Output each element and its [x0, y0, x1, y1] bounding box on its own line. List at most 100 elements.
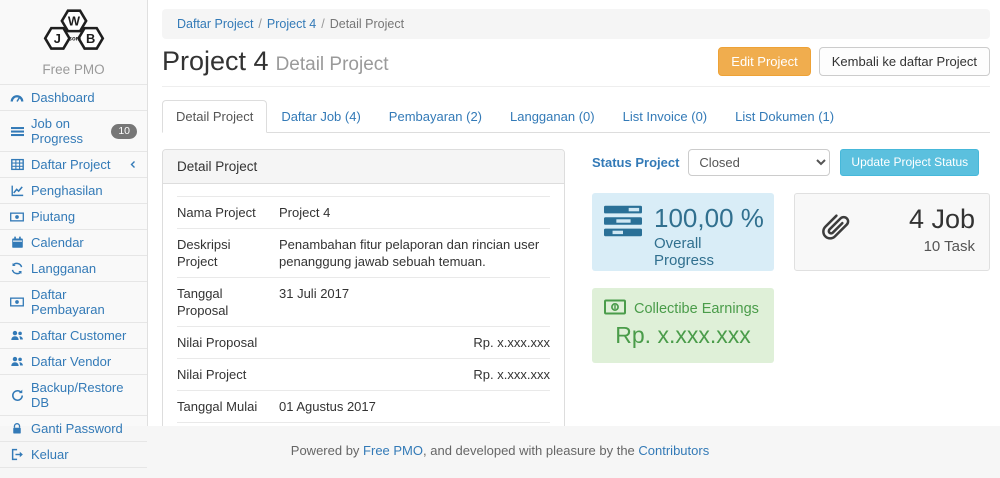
- tab-daftar-job[interactable]: Daftar Job (4): [267, 100, 374, 133]
- sidebar-item-keluar[interactable]: Keluar: [0, 441, 147, 468]
- footer-text: , and developed with pleasure by the: [423, 443, 638, 458]
- sidebar-item-label: Daftar Pembayaran: [31, 287, 137, 317]
- sidebar: J W B .com Free PMO Dashboard Job on Pro…: [0, 0, 148, 426]
- money-icon: [604, 299, 626, 319]
- table-row: Nilai Project Rp. x.xxx.xxx: [177, 358, 550, 390]
- detail-project-panel: Detail Project Nama Project Project 4 De…: [162, 149, 565, 426]
- sidebar-item-label: Dashboard: [31, 90, 95, 105]
- calendar-icon: [10, 236, 24, 249]
- job-count-value: 4 Job: [909, 206, 975, 232]
- breadcrumb-daftar-project[interactable]: Daftar Project: [177, 17, 253, 31]
- sidebar-item-daftar-project[interactable]: Daftar Project: [0, 151, 147, 177]
- table-row: Nama Project Project 4: [177, 196, 550, 228]
- job-count-badge: 10: [111, 124, 137, 139]
- table-row: Deskripsi Project Penambahan fitur pelap…: [177, 228, 550, 277]
- status-project-label: Status Project: [592, 155, 679, 170]
- header-divider: [162, 86, 990, 87]
- svg-text:J: J: [53, 31, 60, 46]
- svg-text:B: B: [86, 31, 95, 46]
- sidebar-item-job-on-progress[interactable]: Job on Progress 10: [0, 110, 147, 151]
- free-pmo-link[interactable]: Free PMO: [363, 443, 423, 458]
- sidebar-item-label: Daftar Customer: [31, 328, 126, 343]
- sidebar-menu: Dashboard Job on Progress 10 Daftar Proj…: [0, 84, 147, 468]
- sidebar-item-label: Daftar Project: [31, 157, 110, 172]
- back-to-project-list-button[interactable]: Kembali ke daftar Project: [819, 47, 990, 76]
- table-row: Tanggal Selesai 16 Agustus 2017: [177, 422, 550, 426]
- overall-progress-label: Overall Progress: [654, 235, 764, 269]
- tasks-icon: [604, 205, 642, 259]
- sidebar-item-daftar-customer[interactable]: Daftar Customer: [0, 322, 147, 348]
- sidebar-item-label: Calendar: [31, 235, 84, 250]
- tab-list-dokumen[interactable]: List Dokumen (1): [721, 100, 848, 133]
- overall-progress-value: 100,00 %: [654, 205, 764, 231]
- app-window: J W B .com Free PMO Dashboard Job on Pro…: [0, 0, 1000, 426]
- table-row: Nilai Proposal Rp. x.xxx.xxx: [177, 326, 550, 358]
- tab-langganan[interactable]: Langganan (0): [496, 100, 609, 133]
- sign-out-icon: [10, 448, 24, 461]
- sidebar-item-label: Langganan: [31, 261, 96, 276]
- users-icon: [10, 329, 24, 342]
- sidebar-item-daftar-vendor[interactable]: Daftar Vendor: [0, 348, 147, 374]
- users-icon: [10, 355, 24, 368]
- collectible-earnings-card: Collectibe Earnings Rp. x.xxx.xxx: [592, 288, 774, 363]
- main-content: Daftar Project / Project 4 / Detail Project …: [148, 0, 1000, 426]
- page-footer: Powered by Free PMO, and developed with …: [0, 426, 1000, 458]
- task-count-value: 10 Task: [909, 238, 975, 255]
- logo-box: J W B .com Free PMO: [0, 0, 147, 77]
- footer-text: Powered by: [291, 443, 363, 458]
- sidebar-item-dashboard[interactable]: Dashboard: [0, 84, 147, 110]
- sidebar-item-langganan[interactable]: Langganan: [0, 255, 147, 281]
- chevron-left-icon: [129, 160, 137, 169]
- sidebar-item-label: Daftar Vendor: [31, 354, 111, 369]
- sidebar-item-label: Penghasilan: [31, 183, 103, 198]
- collectible-earnings-value: Rp. x.xxx.xxx: [604, 322, 762, 349]
- dashboard-icon: [10, 91, 24, 105]
- retweet-icon: [10, 262, 24, 275]
- sidebar-item-calendar[interactable]: Calendar: [0, 229, 147, 255]
- tab-list-invoice[interactable]: List Invoice (0): [609, 100, 722, 133]
- job-count-card: 4 Job 10 Task: [794, 193, 990, 271]
- sidebar-item-piutang[interactable]: Piutang: [0, 203, 147, 229]
- sidebar-item-label: Keluar: [31, 447, 69, 462]
- collectible-earnings-label: Collectibe Earnings: [634, 301, 759, 317]
- sidebar-item-label: Job on Progress: [31, 116, 104, 146]
- svg-text:.com: .com: [66, 37, 80, 43]
- sidebar-item-daftar-pembayaran[interactable]: Daftar Pembayaran: [0, 281, 147, 322]
- status-project-bar: Status Project Closed Update Project Sta…: [592, 149, 990, 176]
- breadcrumb-separator: /: [258, 17, 261, 31]
- breadcrumb-project-4[interactable]: Project 4: [267, 17, 316, 31]
- table-icon: [10, 158, 24, 171]
- tab-bar: Detail Project Daftar Job (4) Pembayaran…: [162, 100, 990, 133]
- lock-icon: [10, 422, 24, 435]
- status-project-select[interactable]: Closed: [688, 149, 830, 176]
- money-icon: [10, 295, 24, 309]
- line-chart-icon: [10, 184, 24, 197]
- sidebar-item-penghasilan[interactable]: Penghasilan: [0, 177, 147, 203]
- paperclip-icon: [809, 206, 855, 258]
- svg-text:W: W: [67, 13, 80, 28]
- table-row: Tanggal Proposal 31 Juli 2017: [177, 277, 550, 326]
- sidebar-item-label: Backup/Restore DB: [31, 380, 137, 410]
- breadcrumb: Daftar Project / Project 4 / Detail Project: [162, 9, 990, 39]
- sidebar-item-label: Piutang: [31, 209, 75, 224]
- refresh-icon: [10, 389, 24, 402]
- edit-project-button[interactable]: Edit Project: [718, 47, 810, 76]
- contributors-link[interactable]: Contributors: [638, 443, 709, 458]
- tab-pembayaran[interactable]: Pembayaran (2): [375, 100, 496, 133]
- tab-detail-project[interactable]: Detail Project: [162, 100, 267, 133]
- page-title: Project 4Detail Project: [162, 46, 389, 77]
- panel-title: Detail Project: [163, 150, 564, 184]
- jwb-logo: J W B .com: [26, 5, 122, 55]
- table-row: Tanggal Mulai 01 Agustus 2017: [177, 390, 550, 422]
- breadcrumb-current: Detail Project: [330, 17, 404, 31]
- page-title-text: Project 4: [162, 46, 269, 76]
- bars-icon: [10, 125, 24, 138]
- sidebar-item-ganti-password[interactable]: Ganti Password: [0, 415, 147, 441]
- page-header: Project 4Detail Project Edit Project Kem…: [162, 46, 990, 77]
- sidebar-item-label: Ganti Password: [31, 421, 123, 436]
- update-project-status-button[interactable]: Update Project Status: [840, 149, 979, 176]
- breadcrumb-separator: /: [321, 17, 324, 31]
- brand-name: Free PMO: [0, 62, 147, 77]
- sidebar-item-backup-restore-db[interactable]: Backup/Restore DB: [0, 374, 147, 415]
- right-column: Status Project Closed Update Project Sta…: [592, 149, 990, 426]
